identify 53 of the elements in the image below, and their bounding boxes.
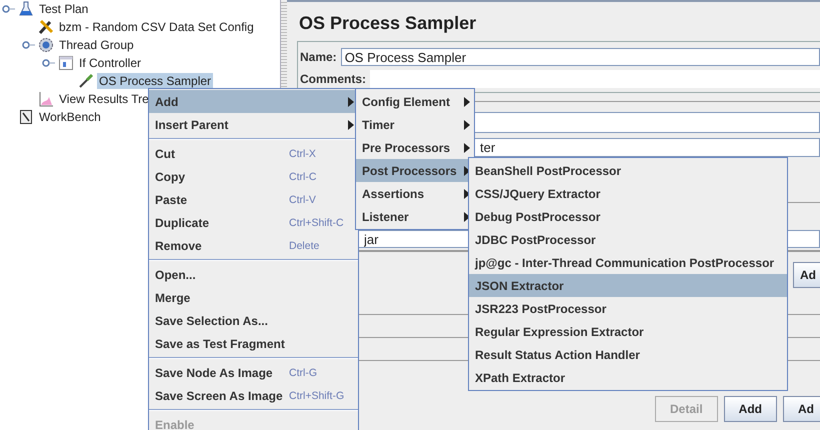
panel-button[interactable]: Add: [724, 396, 777, 422]
menu-item[interactable]: Save Selection As...: [149, 309, 358, 332]
menu-item[interactable]: Insert Parent: [149, 113, 358, 136]
menu-item[interactable]: Remove Delete: [149, 234, 358, 257]
tree-item[interactable]: OS Process Sampler: [97, 73, 214, 89]
caret-icon: [464, 188, 470, 198]
expand-handle-icon[interactable]: [42, 58, 56, 68]
menu-item[interactable]: jp@gc - Inter-Thread Communication PostProcessor: [469, 251, 787, 274]
menu-item[interactable]: Config Element: [356, 90, 474, 113]
menu-item[interactable]: JSR223 PostProcessor: [469, 297, 787, 320]
menu-item[interactable]: Save Screen As Image Ctrl+Shift-G: [149, 384, 358, 407]
menu-item[interactable]: Result Status Action Handler: [469, 343, 787, 366]
menu-item[interactable]: Pre Processors: [356, 136, 474, 159]
menu-item[interactable]: Copy Ctrl-C: [149, 165, 358, 188]
caret-icon: [464, 212, 470, 222]
menu-item[interactable]: Timer: [356, 113, 474, 136]
tree-item[interactable]: Thread Group: [57, 37, 136, 53]
menu-item[interactable]: Open...: [149, 263, 358, 286]
name-label: Name:: [300, 50, 337, 64]
gear-icon: [38, 37, 54, 53]
flask-icon: [18, 1, 34, 17]
wrench-icon: [38, 19, 54, 35]
menu-item[interactable]: XPath Extractor: [469, 366, 787, 389]
panel-title: OS Process Sampler: [299, 12, 478, 35]
menu-item[interactable]: JSON Extractor: [469, 274, 787, 297]
menu-item[interactable]: Add: [149, 90, 358, 113]
name-field[interactable]: OS Process Sampler: [340, 48, 820, 66]
menu-item[interactable]: Save Node As Image Ctrl-G: [149, 361, 358, 384]
comments-label: Comments:: [300, 72, 366, 86]
menu-item[interactable]: Regular Expression Extractor: [469, 320, 787, 343]
comments-field[interactable]: [370, 70, 820, 88]
tree-item[interactable]: WorkBench: [37, 109, 103, 125]
menu-item[interactable]: Duplicate Ctrl+Shift-C: [149, 211, 358, 234]
tree-item[interactable]: bzm - Random CSV Data Set Config: [57, 19, 256, 35]
window-icon: [58, 55, 74, 71]
menu-item[interactable]: Paste Ctrl-V: [149, 188, 358, 211]
caret-icon: [464, 142, 470, 152]
add-button[interactable]: Ad: [793, 262, 820, 288]
caret-icon: [464, 96, 470, 106]
tree-item[interactable]: View Results Tre: [57, 91, 151, 107]
menu-item[interactable]: Merge: [149, 286, 358, 309]
expand-handle-icon[interactable]: [22, 40, 36, 50]
tree-item[interactable]: Test Plan: [37, 1, 90, 17]
tree-item[interactable]: If Controller: [77, 55, 144, 71]
expand-handle-icon[interactable]: [2, 4, 16, 14]
caret-icon: [464, 120, 470, 130]
dropper-icon: [78, 73, 94, 89]
menu-item[interactable]: JDBC PostProcessor: [469, 228, 787, 251]
caret-icon: [464, 166, 470, 176]
chart-icon: [38, 91, 54, 107]
notebook-icon: [18, 109, 34, 125]
panel-button[interactable]: Ad: [783, 396, 820, 422]
menu-item[interactable]: Save as Test Fragment: [149, 332, 358, 355]
